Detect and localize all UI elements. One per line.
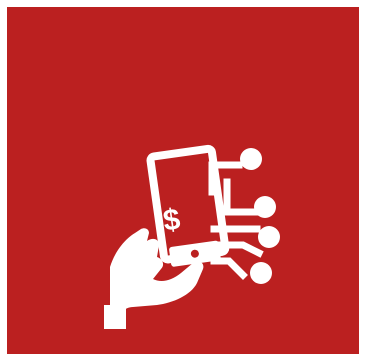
fintech-mobile-payment-icon: $: [7, 7, 359, 354]
page-canvas: $: [0, 0, 365, 364]
dollar-sign-icon: $: [161, 203, 182, 238]
hand-icon: [104, 228, 204, 329]
circuit-nodes-icon: [240, 148, 280, 284]
icon-tile: $: [7, 7, 359, 354]
